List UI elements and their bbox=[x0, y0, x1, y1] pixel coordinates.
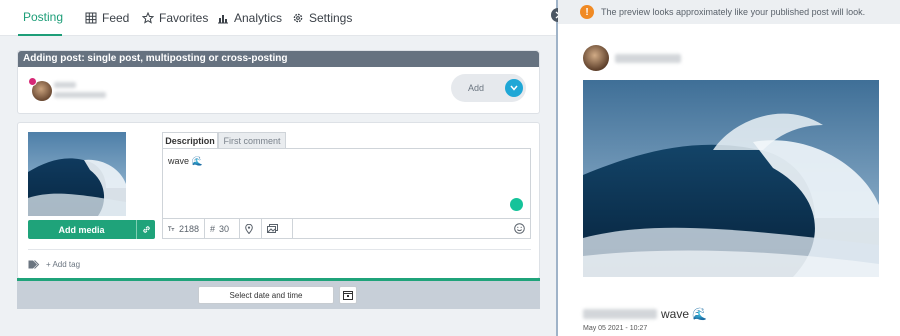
gallery-icon bbox=[267, 224, 278, 233]
add-media-button[interactable]: Add media bbox=[28, 220, 155, 239]
select-date-time-button[interactable]: Select date and time bbox=[198, 286, 334, 304]
char-count: 2188 bbox=[178, 223, 199, 234]
gallery-button[interactable] bbox=[262, 219, 293, 238]
tab-settings-label: Settings bbox=[309, 11, 353, 25]
add-post-card: Adding post: single post, multiposting o… bbox=[17, 50, 540, 114]
add-media-label: Add media bbox=[58, 224, 105, 235]
top-nav: Posting Feed Favorites Analytics Setting… bbox=[0, 0, 556, 36]
media-thumbnail[interactable] bbox=[28, 132, 126, 216]
tab-settings[interactable]: Settings bbox=[292, 0, 352, 36]
calendar-picker-button[interactable] bbox=[339, 286, 357, 304]
hashtag-count: 30 bbox=[219, 223, 230, 234]
tab-posting-label: Posting bbox=[23, 10, 64, 24]
preview-date: May 05 2021 - 10:27 bbox=[583, 325, 648, 332]
preview-username-blurred bbox=[615, 54, 681, 63]
post-preview-panel: ! The preview looks approximately like y… bbox=[558, 0, 900, 336]
tab-feed[interactable]: Feed bbox=[85, 0, 129, 36]
calendar-icon bbox=[343, 291, 353, 300]
preview-image bbox=[583, 80, 879, 277]
preview-notice-text: The preview looks approximately like you… bbox=[601, 7, 866, 17]
preview-caption-text: wave 🌊 bbox=[661, 307, 708, 321]
location-button[interactable] bbox=[240, 219, 262, 238]
tab-favorites[interactable]: Favorites bbox=[142, 0, 208, 36]
post-editor-card: Add media Description First comment wave… bbox=[17, 122, 540, 279]
location-pin-icon bbox=[245, 223, 253, 234]
preview-avatar bbox=[583, 45, 609, 71]
account-handle-blurred bbox=[54, 92, 106, 98]
hashtag-icon: # bbox=[210, 223, 216, 234]
account-name-blurred bbox=[54, 82, 76, 88]
tab-description[interactable]: Description bbox=[162, 132, 218, 148]
char-count-indicator: 2188 bbox=[163, 219, 205, 238]
add-post-header: Adding post: single post, multiposting o… bbox=[18, 51, 539, 67]
tab-analytics-label: Analytics bbox=[234, 11, 283, 25]
warning-icon: ! bbox=[580, 5, 594, 19]
grid-icon bbox=[85, 12, 97, 24]
tab-posting[interactable]: Posting bbox=[18, 0, 64, 36]
text-size-icon bbox=[168, 226, 175, 231]
schedule-bar: Select date and time bbox=[17, 278, 540, 309]
add-account-button[interactable]: Add bbox=[451, 74, 526, 102]
link-icon[interactable] bbox=[136, 220, 155, 239]
preview-caption: wave 🌊 bbox=[583, 307, 707, 321]
emoji-icon bbox=[514, 223, 525, 234]
add-account-label: Add bbox=[468, 83, 485, 93]
tab-first-comment[interactable]: First comment bbox=[218, 132, 286, 148]
add-tag-button[interactable]: + Add tag bbox=[28, 257, 80, 271]
add-tag-label: + Add tag bbox=[46, 259, 81, 269]
emoji-button[interactable] bbox=[514, 223, 525, 234]
grammarly-icon[interactable] bbox=[510, 198, 523, 211]
tab-feed-label: Feed bbox=[102, 11, 130, 25]
editor-toolbar: 2188 # 30 bbox=[162, 219, 531, 239]
preview-notice: ! The preview looks approximately like y… bbox=[558, 0, 900, 24]
tab-analytics[interactable]: Analytics bbox=[217, 0, 282, 36]
gear-icon bbox=[293, 13, 303, 23]
divider bbox=[28, 249, 531, 250]
instagram-icon bbox=[28, 77, 37, 86]
tab-favorites-label: Favorites bbox=[159, 11, 209, 25]
hashtag-count-indicator: # 30 bbox=[205, 219, 240, 238]
description-textarea[interactable]: wave 🌊 bbox=[162, 148, 531, 219]
bar-chart-icon bbox=[218, 15, 228, 24]
star-icon bbox=[142, 12, 154, 24]
chevron-down-icon[interactable] bbox=[505, 79, 523, 97]
tag-icon bbox=[28, 259, 40, 269]
description-text: wave 🌊 bbox=[168, 156, 203, 166]
preview-caption-username-blurred bbox=[583, 309, 657, 319]
